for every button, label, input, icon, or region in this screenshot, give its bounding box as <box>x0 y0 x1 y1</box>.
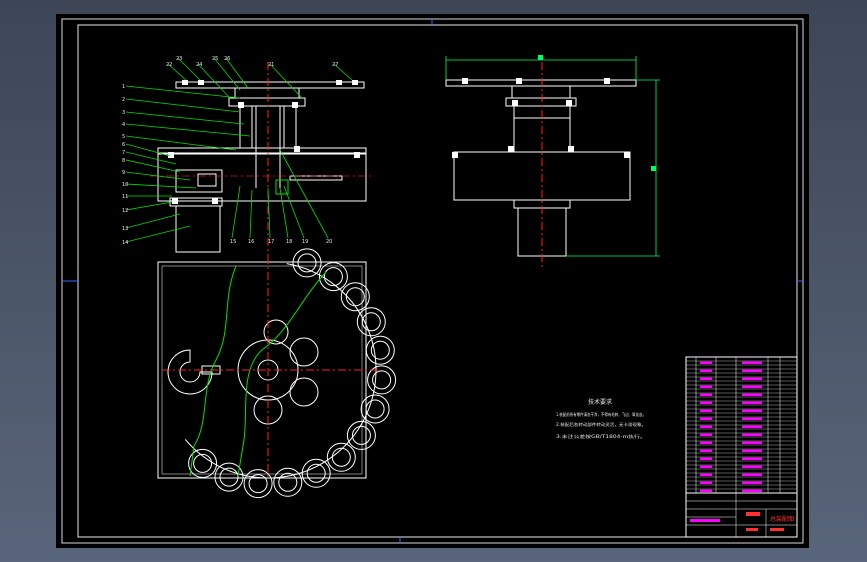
leader-number: 12 <box>122 208 128 214</box>
notes-line: 1.装配前所有零件清洗干净，不得有毛刺、飞边、氧化皮。 <box>556 411 646 418</box>
leader-number: 27 <box>332 62 338 68</box>
leader-number: 7 <box>122 150 125 156</box>
parts-row-text <box>742 489 762 492</box>
leader-number: 24 <box>196 62 202 68</box>
parts-row-text <box>742 481 762 484</box>
parts-row-text <box>700 393 712 396</box>
parts-row-text <box>700 449 712 452</box>
parts-row-text <box>742 465 762 468</box>
bolt <box>462 78 468 84</box>
bolt <box>508 146 514 152</box>
bolt <box>198 80 204 85</box>
parts-row-text <box>742 425 762 428</box>
parts-row-text <box>700 401 712 404</box>
notes-heading: 技术要求 <box>588 398 612 406</box>
parts-row-text <box>742 473 762 476</box>
parts-row-text <box>742 409 762 412</box>
parts-row-text <box>700 417 712 420</box>
parts-row-text <box>700 377 712 380</box>
leader-number: 11 <box>122 194 128 200</box>
tb-red-mark <box>770 528 784 531</box>
bolt <box>568 146 574 152</box>
dim-width-value <box>538 55 543 60</box>
leader-number: 21 <box>268 62 274 68</box>
tb-magenta-mark <box>690 519 720 522</box>
parts-row-text <box>700 441 712 444</box>
parts-row-text <box>742 401 762 404</box>
parts-row-text <box>700 385 712 388</box>
parts-row-text <box>700 409 712 412</box>
dim-height-value <box>651 166 656 171</box>
bolt <box>172 198 178 204</box>
bolt <box>294 146 300 152</box>
bolt <box>238 102 244 108</box>
leader-number: 19 <box>302 239 308 245</box>
leader-number: 8 <box>122 158 125 164</box>
parts-row-text <box>700 489 712 492</box>
cad-viewport[interactable]: 1 2 3 4 5 6 7 8 9 10 11 12 13 14 15 16 17 18 19 20 21 22 23 24 2… <box>0 0 867 562</box>
parts-row-text <box>700 425 712 428</box>
leader-number: 13 <box>122 226 128 232</box>
notes-line: 3.未注公差按GB/T1804-m执行。 <box>556 433 646 440</box>
parts-row-text <box>700 433 712 436</box>
parts-row-text <box>700 465 712 468</box>
parts-row-text <box>742 377 762 380</box>
parts-row-text <box>742 433 762 436</box>
leader-number: 3 <box>122 110 125 116</box>
bolt <box>168 152 174 158</box>
parts-row-text <box>700 369 712 372</box>
leader-number: 10 <box>122 182 128 188</box>
leader-number: 22 <box>166 62 172 68</box>
bolt <box>182 80 188 85</box>
bolt <box>516 78 522 84</box>
leader-number: 14 <box>122 240 128 246</box>
leader-number: 25 <box>212 56 218 62</box>
bolt <box>292 102 298 108</box>
notes-line: 2.装配后各转动部件转动灵活，无卡滞现象。 <box>556 421 646 428</box>
leader-number: 4 <box>122 122 125 128</box>
bolt <box>352 80 358 85</box>
leader-number: 5 <box>122 134 125 140</box>
cad-drawing-sheet: 1234567891011121314 15 16 17 18 19 20212223242… <box>56 14 809 548</box>
parts-row-text <box>742 393 762 396</box>
leader-number: 16 <box>248 239 254 245</box>
parts-row-text <box>742 441 762 444</box>
parts-row-text <box>742 449 762 452</box>
leader-number: 1 <box>122 84 125 90</box>
leader-number: 9 <box>122 170 125 176</box>
drawing-title: 总装配图 <box>770 515 794 523</box>
parts-row-text <box>742 369 762 372</box>
parts-row-text <box>700 473 712 476</box>
bolt <box>624 152 630 158</box>
bolt <box>512 100 518 106</box>
bolt <box>604 78 610 84</box>
parts-row-text <box>700 361 712 364</box>
parts-row-text <box>742 385 762 388</box>
leader-number: 18 <box>286 239 292 245</box>
bolt <box>452 152 458 158</box>
leader-number: 15 <box>230 239 236 245</box>
leader-number: 26 <box>224 56 230 62</box>
parts-row-text <box>742 457 762 460</box>
parts-row-text <box>700 481 712 484</box>
bolt <box>566 100 572 106</box>
leader-number: 20 <box>326 239 332 245</box>
bolt <box>336 80 342 85</box>
parts-row-text <box>742 361 762 364</box>
bolt <box>212 198 218 204</box>
tb-red-mark <box>746 528 758 531</box>
leader-number: 23 <box>176 56 182 62</box>
leader-number: 17 <box>268 239 274 245</box>
leader-number: 6 <box>122 142 125 148</box>
bolt <box>354 152 360 158</box>
parts-row-text <box>700 457 712 460</box>
parts-row-text <box>742 417 762 420</box>
tb-red-mark <box>746 512 760 516</box>
leader-number: 2 <box>122 97 125 103</box>
